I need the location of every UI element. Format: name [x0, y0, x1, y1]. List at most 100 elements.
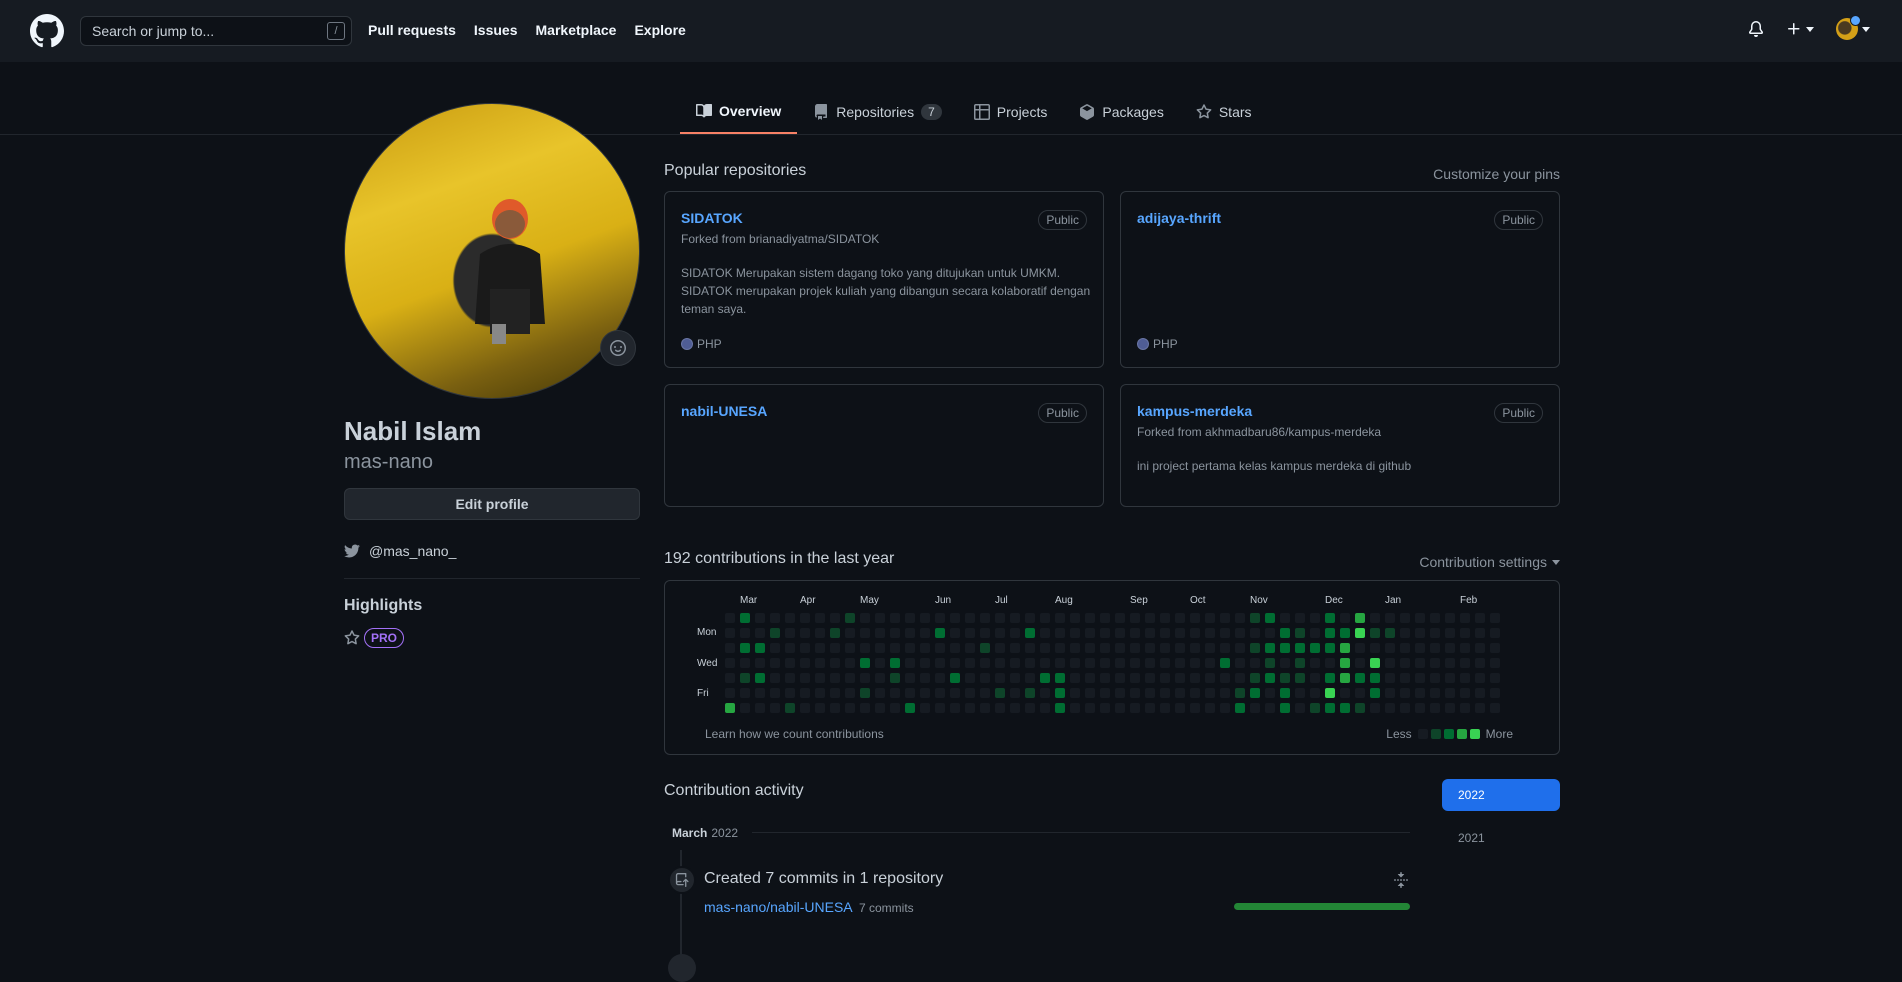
- calendar-day[interactable]: [1205, 613, 1215, 623]
- calendar-day[interactable]: [1280, 688, 1290, 698]
- calendar-day[interactable]: [815, 703, 825, 713]
- calendar-day[interactable]: [860, 703, 870, 713]
- calendar-day[interactable]: [1160, 658, 1170, 668]
- calendar-day[interactable]: [1115, 658, 1125, 668]
- calendar-day[interactable]: [770, 643, 780, 653]
- calendar-day[interactable]: [1205, 658, 1215, 668]
- calendar-day[interactable]: [1055, 703, 1065, 713]
- calendar-day[interactable]: [1250, 658, 1260, 668]
- calendar-day[interactable]: [1265, 658, 1275, 668]
- calendar-day[interactable]: [935, 643, 945, 653]
- calendar-day[interactable]: [1160, 643, 1170, 653]
- calendar-day[interactable]: [725, 673, 735, 683]
- calendar-day[interactable]: [830, 643, 840, 653]
- calendar-day[interactable]: [1100, 613, 1110, 623]
- calendar-day[interactable]: [1325, 628, 1335, 638]
- calendar-day[interactable]: [1115, 673, 1125, 683]
- calendar-day[interactable]: [740, 628, 750, 638]
- calendar-day[interactable]: [1160, 673, 1170, 683]
- calendar-day[interactable]: [1070, 628, 1080, 638]
- calendar-day[interactable]: [830, 658, 840, 668]
- calendar-day[interactable]: [1370, 643, 1380, 653]
- calendar-day[interactable]: [995, 658, 1005, 668]
- bell-icon[interactable]: [1748, 21, 1764, 37]
- calendar-day[interactable]: [770, 688, 780, 698]
- calendar-day[interactable]: [1130, 673, 1140, 683]
- calendar-day[interactable]: [800, 628, 810, 638]
- user-menu-button[interactable]: [1836, 15, 1870, 40]
- calendar-day[interactable]: [1325, 658, 1335, 668]
- calendar-day[interactable]: [1280, 628, 1290, 638]
- calendar-day[interactable]: [830, 613, 840, 623]
- calendar-day[interactable]: [830, 688, 840, 698]
- calendar-day[interactable]: [1175, 628, 1185, 638]
- nav-explore[interactable]: Explore: [634, 22, 685, 38]
- calendar-day[interactable]: [1160, 688, 1170, 698]
- calendar-day[interactable]: [725, 643, 735, 653]
- year-2022-button[interactable]: 2022: [1442, 779, 1560, 811]
- calendar-day[interactable]: [1460, 673, 1470, 683]
- calendar-day[interactable]: [1130, 628, 1140, 638]
- calendar-day[interactable]: [980, 658, 990, 668]
- calendar-day[interactable]: [860, 613, 870, 623]
- set-status-button[interactable]: [600, 330, 636, 366]
- calendar-day[interactable]: [1265, 688, 1275, 698]
- calendar-day[interactable]: [770, 703, 780, 713]
- calendar-day[interactable]: [995, 673, 1005, 683]
- calendar-day[interactable]: [1220, 628, 1230, 638]
- calendar-day[interactable]: [785, 673, 795, 683]
- calendar-day[interactable]: [1115, 688, 1125, 698]
- calendar-day[interactable]: [1430, 643, 1440, 653]
- calendar-day[interactable]: [740, 673, 750, 683]
- calendar-day[interactable]: [1295, 703, 1305, 713]
- calendar-day[interactable]: [1250, 628, 1260, 638]
- calendar-day[interactable]: [1415, 643, 1425, 653]
- calendar-day[interactable]: [1100, 628, 1110, 638]
- calendar-day[interactable]: [1475, 673, 1485, 683]
- calendar-day[interactable]: [785, 658, 795, 668]
- github-logo-icon[interactable]: [30, 14, 64, 48]
- calendar-day[interactable]: [860, 673, 870, 683]
- calendar-day[interactable]: [1400, 688, 1410, 698]
- calendar-day[interactable]: [1400, 703, 1410, 713]
- calendar-day[interactable]: [935, 688, 945, 698]
- calendar-day[interactable]: [785, 703, 795, 713]
- calendar-day[interactable]: [1025, 643, 1035, 653]
- calendar-day[interactable]: [1460, 688, 1470, 698]
- calendar-day[interactable]: [1070, 703, 1080, 713]
- calendar-day[interactable]: [1340, 703, 1350, 713]
- calendar-day[interactable]: [1295, 673, 1305, 683]
- calendar-day[interactable]: [1310, 703, 1320, 713]
- calendar-day[interactable]: [1130, 613, 1140, 623]
- repo-link[interactable]: adijaya-thrift: [1137, 210, 1221, 226]
- calendar-day[interactable]: [1175, 673, 1185, 683]
- calendar-day[interactable]: [1145, 628, 1155, 638]
- calendar-day[interactable]: [935, 673, 945, 683]
- calendar-day[interactable]: [1145, 613, 1155, 623]
- calendar-day[interactable]: [1085, 613, 1095, 623]
- calendar-day[interactable]: [1430, 688, 1440, 698]
- calendar-day[interactable]: [905, 673, 915, 683]
- calendar-day[interactable]: [755, 628, 765, 638]
- calendar-day[interactable]: [1250, 613, 1260, 623]
- calendar-day[interactable]: [965, 628, 975, 638]
- calendar-day[interactable]: [1115, 703, 1125, 713]
- calendar-day[interactable]: [740, 688, 750, 698]
- calendar-day[interactable]: [1265, 673, 1275, 683]
- calendar-day[interactable]: [1025, 658, 1035, 668]
- repo-link[interactable]: nabil-UNESA: [681, 403, 767, 419]
- calendar-day[interactable]: [1010, 703, 1020, 713]
- calendar-day[interactable]: [1040, 628, 1050, 638]
- calendar-day[interactable]: [785, 643, 795, 653]
- calendar-day[interactable]: [1400, 658, 1410, 668]
- calendar-day[interactable]: [1070, 643, 1080, 653]
- calendar-day[interactable]: [1085, 673, 1095, 683]
- calendar-day[interactable]: [1085, 688, 1095, 698]
- calendar-day[interactable]: [1460, 613, 1470, 623]
- calendar-day[interactable]: [980, 688, 990, 698]
- calendar-day[interactable]: [875, 643, 885, 653]
- calendar-day[interactable]: [1385, 613, 1395, 623]
- calendar-day[interactable]: [1340, 688, 1350, 698]
- calendar-day[interactable]: [1250, 643, 1260, 653]
- calendar-day[interactable]: [830, 628, 840, 638]
